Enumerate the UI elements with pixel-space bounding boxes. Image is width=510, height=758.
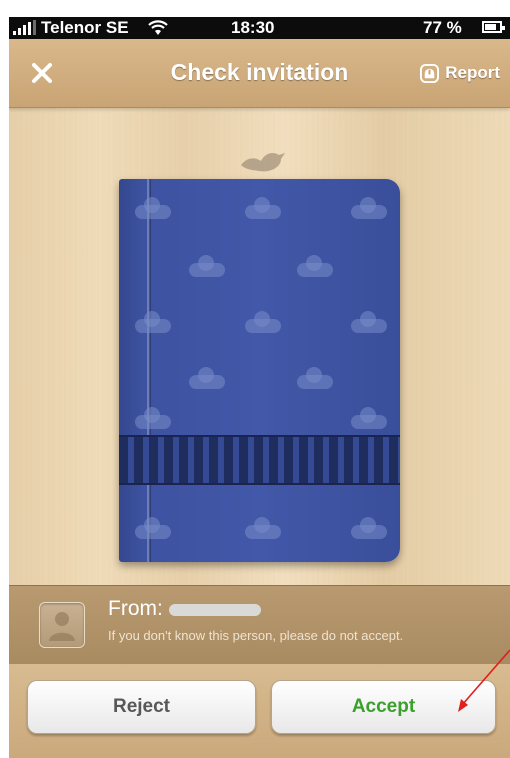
from-label: From: — [108, 597, 163, 620]
cloud-icon — [351, 407, 387, 429]
signal-icon — [13, 20, 36, 35]
invitation-diary-cover — [119, 179, 400, 562]
cloud-icon — [135, 407, 171, 429]
person-icon — [49, 612, 75, 641]
book-stripe-band — [119, 435, 400, 485]
clock: 18:30 — [231, 18, 275, 37]
report-button[interactable]: Report — [420, 63, 500, 83]
status-bar: Telenor SE 18:30 77 % — [9, 17, 510, 39]
carrier-name: Telenor SE — [41, 18, 129, 37]
reject-button[interactable]: Reject — [27, 680, 256, 734]
sender-name-redacted — [169, 604, 261, 616]
bird-icon — [241, 153, 285, 172]
action-bar: Reject Accept — [9, 664, 510, 758]
cloud-icon — [189, 367, 225, 389]
cloud-icon — [297, 255, 333, 277]
book-spine-shadow — [150, 179, 151, 562]
cloud-icon — [245, 517, 281, 539]
sender-panel: From: If you don't know this person, ple… — [9, 585, 510, 665]
cloud-icon — [245, 311, 281, 333]
cloud-icon — [297, 367, 333, 389]
warning-text: If you don't know this person, please do… — [108, 628, 404, 643]
cloud-icon — [135, 517, 171, 539]
cloud-icon — [351, 197, 387, 219]
cloud-icon — [245, 197, 281, 219]
nav-bar: Check invitation Report — [9, 39, 510, 108]
cloud-icon — [189, 255, 225, 277]
avatar — [39, 602, 85, 648]
book-spine — [147, 179, 149, 562]
accept-button[interactable]: Accept — [271, 680, 496, 734]
cloud-icon — [351, 517, 387, 539]
battery-percent: 77 % — [423, 18, 462, 37]
app-screen: Telenor SE 18:30 77 % Check invitation R… — [9, 17, 510, 758]
wifi-icon — [148, 20, 168, 35]
cloud-icon — [351, 311, 387, 333]
cloud-icon — [135, 197, 171, 219]
report-label: Report — [445, 63, 500, 82]
report-icon — [420, 63, 440, 83]
cloud-icon — [135, 311, 171, 333]
battery-icon — [482, 21, 505, 33]
